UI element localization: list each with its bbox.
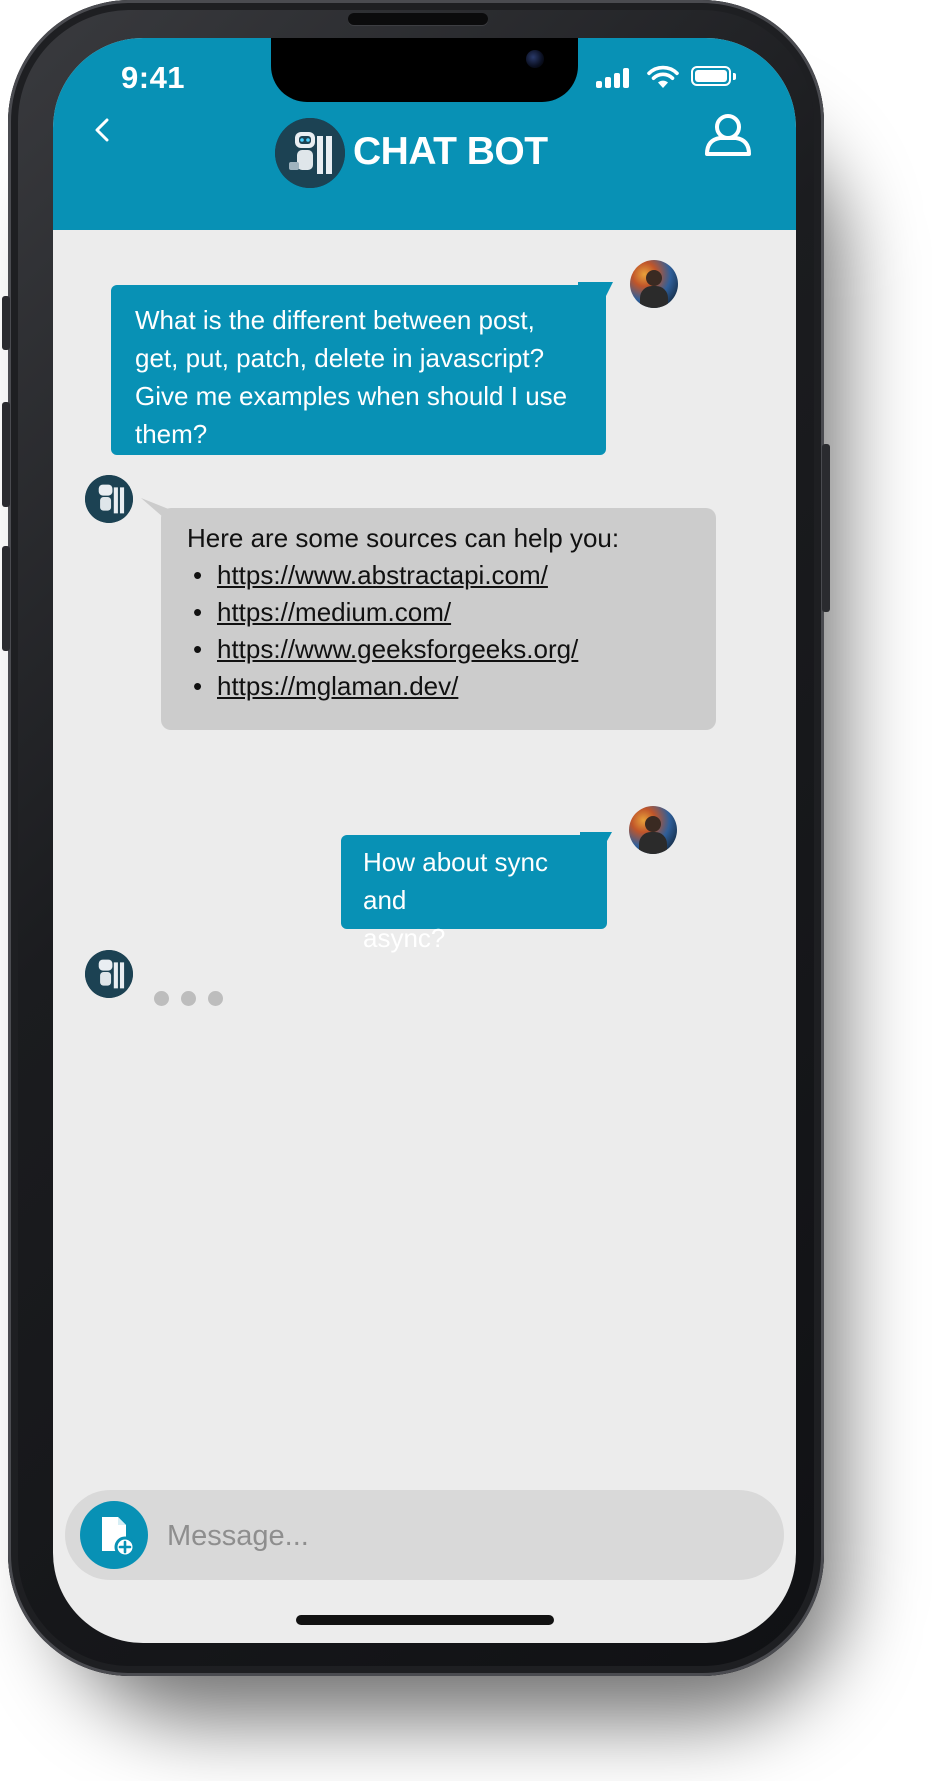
front-camera [526, 50, 544, 68]
wifi-icon [647, 65, 679, 88]
notch [271, 38, 578, 102]
typing-dot [208, 991, 223, 1006]
file-add-icon [102, 1517, 136, 1558]
attach-file-button[interactable] [80, 1501, 148, 1569]
home-indicator [296, 1615, 554, 1625]
profile-button[interactable] [702, 112, 754, 158]
power-button [822, 444, 830, 612]
message-input[interactable] [165, 1508, 749, 1564]
mute-switch [2, 296, 10, 350]
battery-cap [733, 73, 736, 80]
chevron-left-icon [95, 118, 109, 142]
source-link[interactable]: https://mglaman.dev/ [217, 671, 458, 701]
earpiece-speaker [348, 13, 488, 25]
message-bubble-user: What is the different between post, get,… [111, 285, 606, 455]
list-item: https://mglaman.dev/ [187, 668, 692, 705]
user-avatar [629, 806, 677, 854]
screen: 9:41 CHAT BOT What is the different betw… [53, 38, 796, 1643]
message-line: them? [135, 419, 208, 449]
message-line: Give me examples when should I use [135, 381, 568, 411]
robot-icon [85, 950, 133, 998]
back-button[interactable] [83, 110, 123, 150]
page-title: CHAT BOT [353, 130, 548, 173]
message-line: How about sync and [363, 847, 548, 915]
message-intro: Here are some sources can help you: [187, 523, 620, 553]
source-link[interactable]: https://www.abstractapi.com/ [217, 560, 548, 590]
robot-icon [85, 475, 133, 523]
typing-dot [154, 991, 169, 1006]
volume-up-button [2, 402, 10, 507]
app-header: 9:41 CHAT BOT [53, 38, 796, 230]
source-link[interactable]: https://medium.com/ [217, 597, 451, 627]
message-bubble-bot: Here are some sources can help you: http… [161, 508, 716, 730]
source-links-list: https://www.abstractapi.com/ https://med… [187, 557, 692, 705]
message-line: What is the different between post, [135, 305, 535, 335]
typing-dot [181, 991, 196, 1006]
header-title-group: CHAT BOT [275, 118, 575, 188]
battery-icon [691, 66, 731, 86]
list-item: https://medium.com/ [187, 594, 692, 631]
list-item: https://www.abstractapi.com/ [187, 557, 692, 594]
message-line: get, put, patch, delete in javascript? [135, 343, 545, 373]
message-bubble-user: How about sync and async? [341, 835, 607, 953]
user-icon [705, 114, 751, 156]
source-link[interactable]: https://www.geeksforgeeks.org/ [217, 634, 578, 664]
message-line: async? [363, 923, 446, 953]
robot-icon [275, 118, 345, 188]
user-avatar [630, 260, 678, 308]
list-item: https://www.geeksforgeeks.org/ [187, 631, 692, 668]
phone-frame: 9:41 CHAT BOT What is the different betw… [2, 0, 830, 1676]
signal-icon [596, 66, 634, 88]
message-composer [65, 1490, 784, 1580]
status-time: 9:41 [121, 60, 186, 95]
volume-down-button [2, 546, 10, 651]
